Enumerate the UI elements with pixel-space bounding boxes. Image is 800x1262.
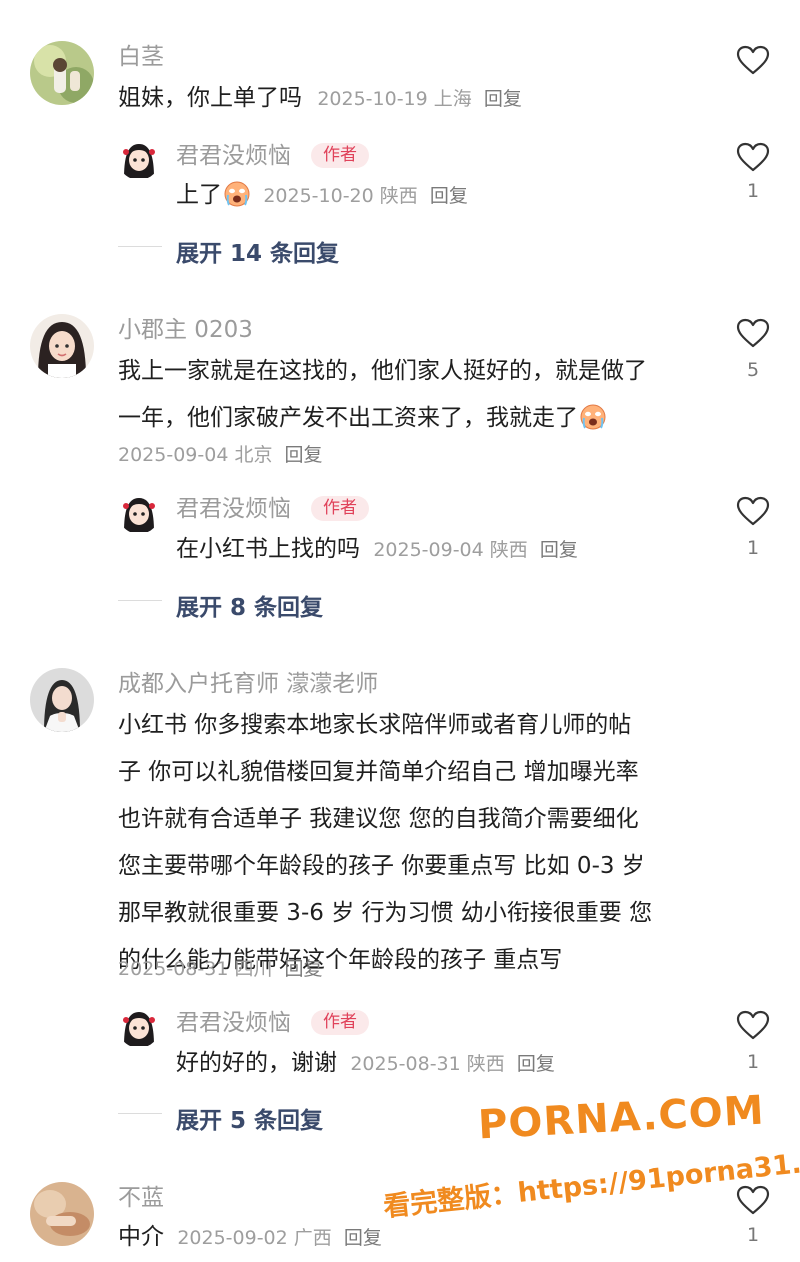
reply-text: 在小红书上找的吗 2025-09-04 陕西 回复 [176,526,578,574]
comment-meta: 2025-09-04 北京 回复 [118,440,323,467]
reply-link[interactable]: 回复 [344,1227,382,1249]
comment-line: 中介 [118,1224,164,1250]
comment-date: 2025-10-19 [317,88,428,110]
comment-text: 我上一家就是在这找的，他们家人挺好的，就是做了 一年，他们家破产发不出工资来了，… [118,348,647,442]
comment-date: 2025-09-04 [118,444,229,466]
avatar[interactable] [118,1006,160,1048]
watermark-logo: PORNA.COM [476,1087,766,1149]
reply-date: 2025-10-20 [263,185,374,207]
reply-username[interactable]: 君君没烦恼 [176,1012,291,1035]
reply-location: 陕西 [466,1053,505,1075]
reply-location: 陕西 [379,185,418,207]
avatar[interactable] [30,668,94,732]
crying-emoji-icon [580,404,606,430]
avatar[interactable] [30,1182,94,1246]
comment-line: 您主要带哪个年龄段的孩子 你要重点写 比如 0-3 岁 [118,853,645,879]
avatar[interactable] [118,138,160,180]
heart-icon[interactable] [736,142,770,172]
like-count: 1 [746,1051,760,1073]
expand-divider [118,1113,162,1114]
reply-link[interactable]: 回复 [517,1053,555,1075]
reply-date: 2025-08-31 [350,1053,461,1075]
avatar[interactable] [30,314,94,378]
avatar[interactable] [118,492,160,534]
reply-username[interactable]: 君君没烦恼 [176,145,291,168]
comment-line: 我上一家就是在这找的，他们家人挺好的，就是做了 [118,358,647,384]
heart-icon[interactable] [736,318,770,348]
like-count: 5 [746,359,760,381]
like-count: 1 [746,1224,760,1246]
reply-line: 上了 [176,182,222,208]
author-badge: 作者 [311,1010,369,1035]
expand-replies-button[interactable]: 展开 8 条回复 [176,588,323,622]
comment-meta: 2025-10-19 上海 回复 [317,88,522,110]
expand-divider [118,246,162,247]
reply-text: 好的好的，谢谢 2025-08-31 陕西 回复 [176,1040,555,1088]
comment-location: 上海 [433,88,472,110]
reply-location: 陕西 [489,539,528,561]
comment-line-wrap: 一年，他们家破产发不出工资来了，我就走了 [118,395,647,442]
reply-meta: 2025-08-31 陕西 回复 [350,1053,555,1075]
comment-date: 2025-08-31 [118,958,229,980]
comment-text: 姐妹，你上单了吗 2025-10-19 上海 回复 [118,75,522,123]
comment-line: 也许就有合适单子 我建议您 您的自我简介需要细化 [118,806,639,832]
reply-line: 在小红书上找的吗 [176,536,360,562]
reply-link[interactable]: 回复 [484,88,522,110]
heart-icon[interactable] [736,45,770,75]
author-badge: 作者 [311,143,369,168]
heart-icon[interactable] [736,496,770,526]
reply-meta: 2025-10-20 陕西 回复 [263,185,468,207]
comment-username[interactable]: 不蓝 [118,1187,164,1210]
reply-link[interactable]: 回复 [540,539,578,561]
reply-link[interactable]: 回复 [285,444,323,466]
comment-location: 广西 [293,1227,332,1249]
comment-text: 中介 2025-09-02 广西 回复 [118,1214,382,1262]
reply-line: 好的好的，谢谢 [176,1050,337,1076]
crying-emoji-icon [224,181,250,207]
reply-meta: 2025-09-04 陕西 回复 [373,539,578,561]
comment-line: 姐妹，你上单了吗 [118,85,302,111]
comment-meta: 2025-08-31 四川 回复 [118,954,323,981]
reply-text: 上了 2025-10-20 陕西 回复 [176,172,468,220]
comment-line: 小红书 你多搜索本地家长求陪伴师或者育儿师的帖 [118,712,632,738]
like-count: 1 [746,537,760,559]
comment-line: 子 你可以礼貌借楼回复并简单介绍自己 增加曝光率 [118,759,639,785]
reply-username[interactable]: 君君没烦恼 [176,498,291,521]
expand-replies-button[interactable]: 展开 14 条回复 [176,234,339,268]
like-count: 1 [746,180,760,202]
comment-username[interactable]: 白茎 [118,46,164,69]
expand-divider [118,600,162,601]
comment-meta: 2025-09-02 广西 回复 [177,1227,382,1249]
heart-icon[interactable] [736,1185,770,1215]
comment-line: 一年，他们家破产发不出工资来了，我就走了 [118,405,578,431]
reply-date: 2025-09-04 [373,539,484,561]
comment-username[interactable]: 小郡主 0203 [118,319,253,342]
comment-date: 2025-09-02 [177,1227,288,1249]
expand-replies-button[interactable]: 展开 5 条回复 [176,1101,323,1135]
comment-text: 小红书 你多搜索本地家长求陪伴师或者育儿师的帖 子 你可以礼貌借楼回复并简单介绍… [118,702,652,984]
heart-icon[interactable] [736,1010,770,1040]
reply-link[interactable]: 回复 [430,185,468,207]
comment-location: 四川 [234,958,273,980]
comment-location: 北京 [234,444,273,466]
comment-username[interactable]: 成都入户托育师 濛濛老师 [118,673,378,696]
reply-link[interactable]: 回复 [285,958,323,980]
comment-line: 那早教就很重要 3-6 岁 行为习惯 幼小衔接很重要 您 [118,900,653,926]
avatar[interactable] [30,41,94,105]
author-badge: 作者 [311,496,369,521]
